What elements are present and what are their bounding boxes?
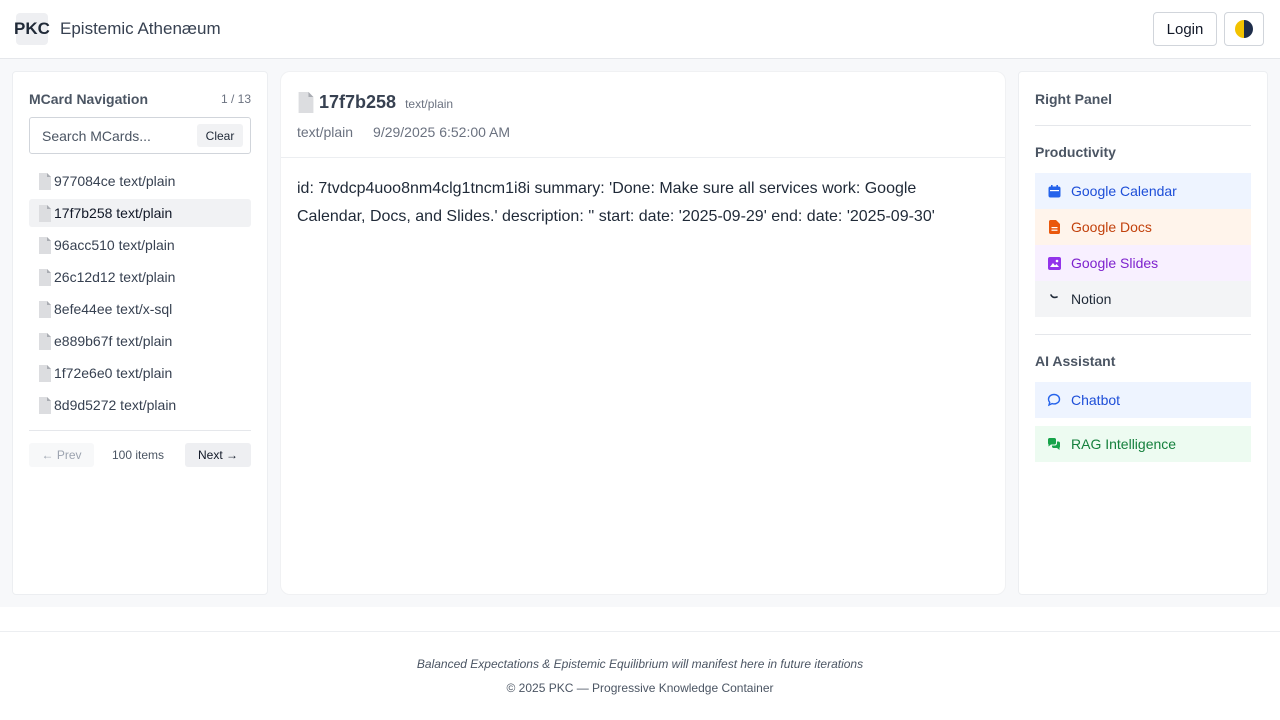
list-item[interactable]: e889b67f text/plain	[29, 327, 251, 355]
content-type-tag: text/plain	[405, 97, 454, 111]
mcard-list: 977084ce text/plain 17f7b258 text/plain …	[29, 167, 251, 423]
rag-intelligence-link[interactable]: RAG Intelligence	[1035, 426, 1251, 462]
google-docs-link[interactable]: Google Docs	[1035, 209, 1251, 245]
login-button[interactable]: Login	[1153, 12, 1217, 46]
mcard-navigation-panel: MCard Navigation 1 / 13 Clear 977084ce t…	[12, 71, 268, 595]
chat-bubbles-icon	[1047, 437, 1061, 451]
document-icon	[39, 268, 51, 286]
app-header: PKC Epistemic Athenæum Login	[0, 0, 1280, 59]
list-item[interactable]: 96acc510 text/plain	[29, 231, 251, 259]
list-item[interactable]: 1f72e6e0 text/plain	[29, 359, 251, 387]
app-link-label: RAG Intelligence	[1071, 436, 1177, 452]
page-indicator: 1 / 13	[220, 92, 251, 106]
document-icon	[39, 204, 51, 222]
list-item-label: 977084ce text/plain	[54, 173, 176, 189]
google-slides-link[interactable]: Google Slides	[1035, 245, 1251, 281]
list-item[interactable]: 977084ce text/plain	[29, 167, 251, 195]
app-link-label: Google Calendar	[1071, 183, 1177, 199]
prev-page-button[interactable]: ← Prev	[29, 443, 94, 467]
app-link-label: Google Slides	[1071, 255, 1159, 271]
list-item[interactable]: 26c12d12 text/plain	[29, 263, 251, 291]
list-item-label: e889b67f text/plain	[54, 333, 173, 349]
list-item-label: 1f72e6e0 text/plain	[54, 365, 173, 381]
logo[interactable]: PKC	[14, 13, 50, 45]
chatbot-link[interactable]: Chatbot	[1035, 382, 1251, 418]
meta-content-type: text/plain	[297, 124, 354, 140]
card-header: 17f7b258 text/plain	[297, 92, 453, 113]
search-box: Clear	[29, 117, 251, 154]
card-title: 17f7b258	[319, 92, 397, 112]
app-link-label: Notion	[1071, 291, 1112, 307]
notion-icon	[1047, 292, 1061, 306]
document-icon	[39, 172, 51, 190]
next-page-button[interactable]: Next →	[185, 443, 251, 467]
document-icon	[39, 332, 51, 350]
half-moon-theme-icon	[1235, 20, 1253, 38]
list-item-label: 17f7b258 text/plain	[54, 205, 173, 221]
list-item[interactable]: 17f7b258 text/plain	[29, 199, 251, 227]
mcard-detail-panel: 17f7b258 text/plain text/plain 9/29/2025 …	[280, 71, 1006, 595]
panel-title: Right Panel	[1035, 91, 1113, 107]
calendar-icon	[1047, 184, 1061, 198]
list-item[interactable]: 8d9d5272 text/plain	[29, 391, 251, 419]
document-icon	[39, 236, 51, 254]
document-icon	[39, 364, 51, 382]
footer-copyright: © 2025 PKC — Progressive Knowledge Conta…	[506, 681, 774, 695]
list-item[interactable]: 8efe44ee text/x-sql	[29, 295, 251, 323]
document-icon	[39, 300, 51, 318]
list-item-label: 8efe44ee text/x-sql	[54, 301, 173, 317]
document-icon	[39, 396, 51, 414]
divider	[0, 631, 1280, 632]
divider	[29, 430, 251, 431]
app-title: Epistemic Athenæum	[60, 19, 221, 38]
search-input[interactable]	[30, 118, 190, 153]
items-count: 100 items	[112, 448, 165, 462]
app-link-label: Google Docs	[1071, 219, 1152, 235]
list-item-label: 26c12d12 text/plain	[54, 269, 176, 285]
image-icon	[1047, 256, 1061, 270]
panel-title: MCard Navigation	[29, 91, 149, 107]
section-title-ai-assistant: AI Assistant	[1035, 353, 1116, 369]
chat-bubble-icon	[1047, 393, 1061, 407]
card-content: id: 7tvdcp4uoo8nm4clg1tncm1i8i summary: …	[297, 180, 935, 225]
list-item-label: 96acc510 text/plain	[54, 237, 175, 253]
list-item-label: 8d9d5272 text/plain	[54, 397, 177, 413]
clear-button[interactable]: Clear	[197, 124, 243, 147]
divider	[281, 157, 1005, 158]
meta-timestamp: 9/29/2025 6:52:00 AM	[373, 124, 511, 140]
google-calendar-link[interactable]: Google Calendar	[1035, 173, 1251, 209]
right-panel: Right Panel Productivity Google Calendar…	[1018, 71, 1268, 595]
theme-toggle-button[interactable]	[1224, 12, 1264, 46]
footer: Balanced Expectations & Epistemic Equili…	[0, 607, 1280, 720]
divider	[1035, 125, 1251, 126]
app-link-label: Chatbot	[1071, 392, 1121, 408]
section-title-productivity: Productivity	[1035, 144, 1116, 160]
card-meta: text/plain 9/29/2025 6:52:00 AM	[297, 124, 510, 140]
divider	[1035, 334, 1251, 335]
footer-tagline: Balanced Expectations & Epistemic Equili…	[416, 657, 864, 671]
document-icon	[298, 92, 314, 113]
document-icon	[1047, 220, 1061, 234]
notion-link[interactable]: Notion	[1035, 281, 1251, 317]
